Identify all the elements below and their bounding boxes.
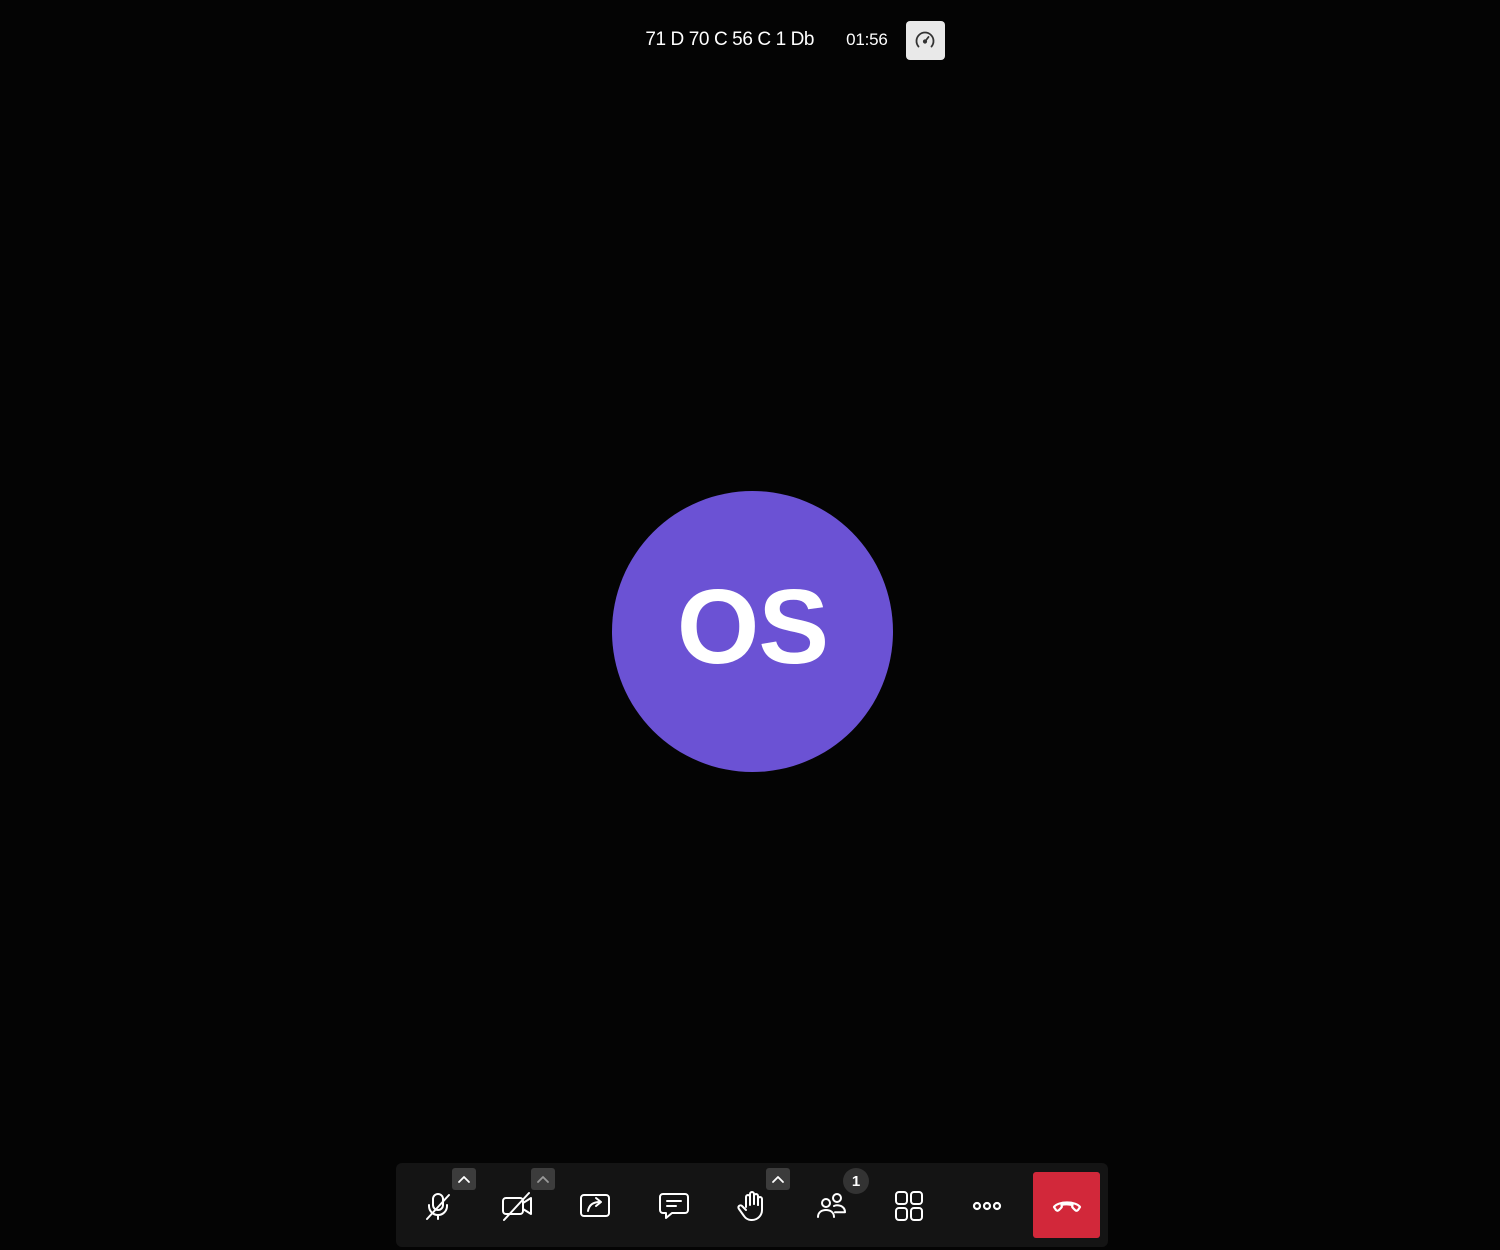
- meeting-toolbar: 1: [396, 1163, 1108, 1247]
- share-screen-button[interactable]: [563, 1175, 627, 1237]
- room-name: 71 D 70 C 56 C 1 Db: [645, 29, 815, 50]
- more-icon: [972, 1201, 1002, 1211]
- grid-icon: [895, 1191, 923, 1221]
- meeting-timer: 01:56: [846, 30, 888, 49]
- reactions-options-toggle[interactable]: [766, 1168, 790, 1190]
- camera-options-toggle[interactable]: [531, 1168, 555, 1190]
- chevron-up-icon: [458, 1176, 470, 1183]
- participant-avatar: OS: [612, 491, 893, 772]
- chat-button[interactable]: [642, 1175, 706, 1237]
- speedometer-icon: [915, 31, 935, 48]
- hangup-icon: [1052, 1201, 1081, 1212]
- hand-icon: [737, 1191, 763, 1221]
- tile-view-button[interactable]: [877, 1175, 941, 1237]
- chevron-up-icon: [537, 1176, 549, 1183]
- leave-meeting-button[interactable]: [1033, 1172, 1100, 1238]
- avatar-initials: OS: [676, 568, 829, 686]
- camera-off-icon: [502, 1192, 532, 1221]
- performance-settings-button[interactable]: [905, 20, 945, 60]
- more-actions-button[interactable]: [955, 1175, 1019, 1237]
- participants-icon: [817, 1193, 846, 1218]
- share-screen-icon: [580, 1194, 610, 1217]
- conference-stage: 71 D 70 C 56 C 1 Db 01:56 OS 1: [0, 0, 1500, 1250]
- conference-header: 71 D 70 C 56 C 1 Db 01:56: [0, 20, 1500, 60]
- chat-icon: [659, 1193, 689, 1219]
- mic-off-icon: [426, 1193, 450, 1220]
- chevron-up-icon: [772, 1176, 784, 1183]
- participants-count-badge: 1: [843, 1168, 869, 1194]
- microphone-options-toggle[interactable]: [452, 1168, 476, 1190]
